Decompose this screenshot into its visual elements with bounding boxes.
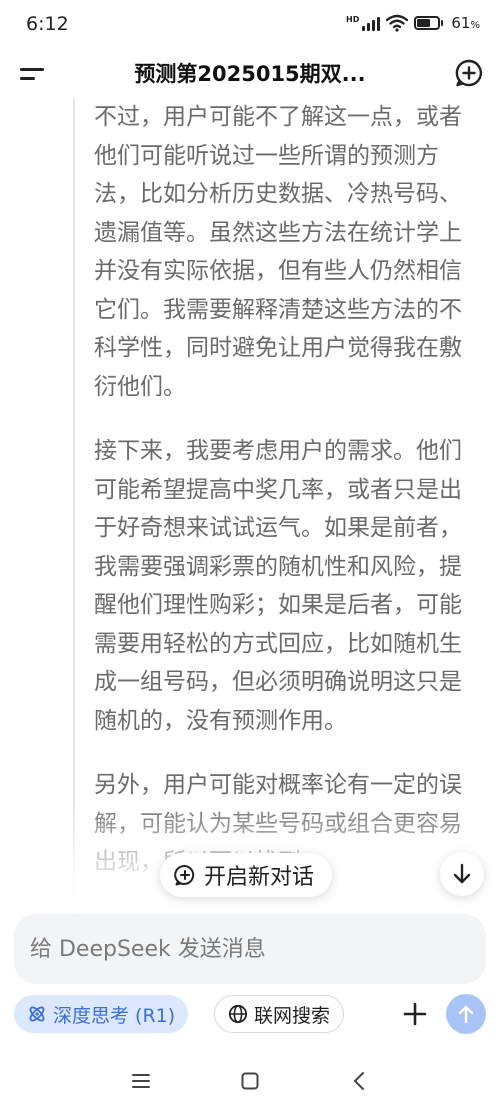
home-square-icon[interactable] — [235, 1066, 265, 1096]
scroll-down-button[interactable] — [440, 852, 484, 896]
new-chat-label: 开启新对话 — [204, 865, 315, 890]
menu-lines-icon[interactable] — [126, 1066, 156, 1096]
arrow-up-icon — [458, 1005, 474, 1024]
app-header: 预测第2025015期双... — [0, 50, 500, 98]
system-nav-bar — [0, 1050, 500, 1111]
back-chevron-icon[interactable] — [344, 1066, 374, 1096]
atom-icon — [29, 1006, 45, 1022]
menu-icon[interactable] — [18, 60, 48, 88]
battery-icon — [414, 16, 444, 30]
status-icons: HD 61% — [346, 14, 480, 32]
status-bar: 6:12 HD 61% — [0, 0, 500, 50]
network-badge: HD — [346, 15, 360, 24]
send-button[interactable] — [446, 994, 486, 1034]
status-time: 6:12 — [26, 13, 69, 35]
chat-content[interactable]: 不过，用户可能不了解这一点，或者他们可能听说过一些所谓的预测方法，比如分析历史数… — [0, 98, 500, 918]
new-chat-button[interactable]: 开启新对话 — [160, 853, 333, 897]
web-search-toggle[interactable]: 联网搜索 — [214, 995, 345, 1033]
conversation-title: 预测第2025015期双... — [134, 62, 366, 86]
thinking-paragraph: 不过，用户可能不了解这一点，或者他们可能听说过一些所谓的预测方法，比如分析历史数… — [94, 104, 462, 400]
input-toolbar: 深度思考 (R1) 联网搜索 — [0, 994, 500, 1034]
battery-percent: 61% — [451, 14, 480, 32]
deep-think-label: 深度思考 (R1) — [53, 1004, 176, 1027]
signal-icon: HD — [346, 15, 381, 31]
web-search-label: 联网搜索 — [254, 1004, 331, 1027]
message-input[interactable] — [30, 914, 470, 984]
arrow-down-icon — [453, 863, 471, 884]
wifi-icon — [386, 14, 409, 32]
plus-icon — [403, 1002, 427, 1026]
deep-think-toggle[interactable]: 深度思考 (R1) — [14, 995, 189, 1033]
thinking-block: 不过，用户可能不了解这一点，或者他们可能听说过一些所谓的预测方法，比如分析历史数… — [94, 98, 479, 908]
add-attachment-button[interactable] — [398, 997, 432, 1031]
new-chat-icon[interactable] — [454, 58, 484, 88]
globe-icon — [228, 1004, 248, 1024]
thinking-paragraph: 接下来，我要考虑用户的需求。他们可能希望提高中奖几率，或者只是出于好奇想来试试运… — [94, 438, 462, 734]
plus-circle-icon — [174, 864, 195, 886]
message-input-container[interactable] — [14, 914, 486, 984]
thinking-divider — [73, 98, 75, 918]
